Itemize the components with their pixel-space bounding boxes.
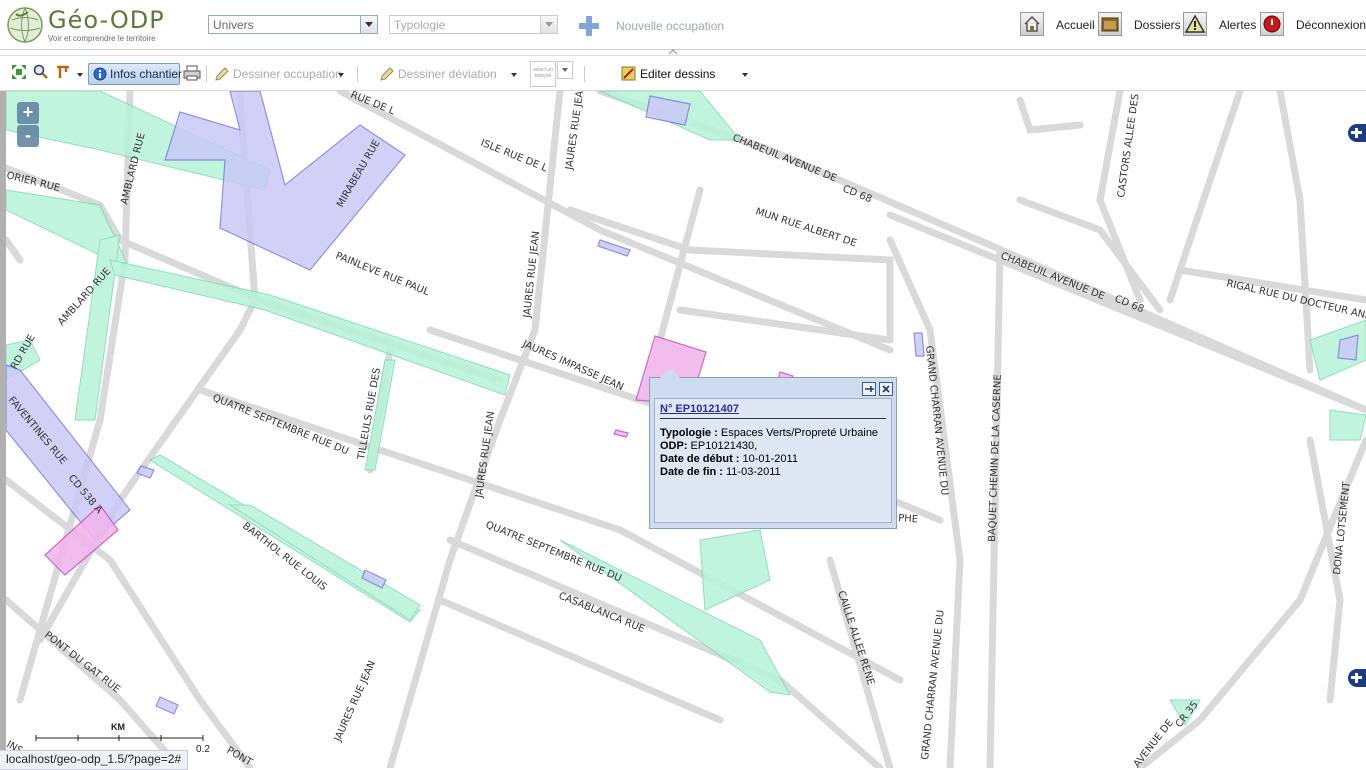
dessiner-occupation-button[interactable]: Dessiner occupation [214,64,346,84]
street-label: CASABLANCA RUE [557,591,646,636]
editer-dessins-label: Editer dessins [640,67,716,81]
street-label: RUE DE L [349,91,397,117]
chevron-down-icon[interactable] [360,16,377,33]
typologie-label: Typologie : [660,427,718,439]
street-label: RIGAL RUE DU DOCTEUR AND [1225,278,1366,322]
street-label: PONT DU GAT RUE [42,630,122,696]
toolbar-separator [357,66,358,82]
logo-tagline: Voir et comprendre le territoire [48,34,156,43]
toolbar-separator [206,66,207,82]
street-label: MUN RUE ALBERT DE [754,206,858,249]
date-debut-label: Date de début : [660,453,740,465]
street-label: QUATRE SEPTEMBRE RUE DU [211,393,350,458]
pin-popup-icon[interactable] [862,382,876,396]
alert-icon [1183,12,1207,36]
nav-alertes-label: Alertes [1219,18,1257,32]
popup-title-link[interactable]: N° EP10121407 [660,403,886,419]
date-fin-label: Date de fin : [660,466,723,478]
street-label: PAINLEVE RUE PAUL [334,251,431,299]
dessiner-occupation-label: Dessiner occupation [233,67,342,81]
edit-drawings-icon [621,66,636,81]
select-troncon-box[interactable]: select un tronçon [530,61,556,87]
folder-icon [1098,12,1122,36]
plus-icon [579,16,599,36]
editer-dessins-caret[interactable] [742,73,748,77]
street-label: CAILLE ALLEE RENE [835,590,876,687]
new-occupation-label: Nouvelle occupation [616,19,725,33]
street-label: QUATRE SEPTEMBRE RUE DU [484,520,623,585]
scale-unit: KM [111,722,125,732]
status-bar-url: localhost/geo-odp_1.5/?page=2# [0,750,189,770]
street-label: JAURES RUE JEAN [332,659,378,744]
popup-typologie-row: Typologie : Espaces Verts/Propreté Urbai… [660,427,886,440]
infos-chantier-button[interactable]: Infos chantier [88,63,183,85]
date-fin-value: 11-03-2011 [722,466,781,478]
zoom-extent-icon[interactable] [11,64,27,80]
univers-select-value: Univers [213,18,254,32]
popup-odp-row: ODP: EP10121430, [660,440,886,453]
typologie-value: Espaces Verts/Propreté Urbaine [717,427,879,439]
nav-accueil-label: Accueil [1056,18,1095,32]
popup-pointer [660,368,680,378]
dessiner-deviation-label: Dessiner déviation [398,67,497,81]
scale-max: 0.2 [196,744,210,755]
scale-bar: KM 0.2 [33,722,213,755]
dessiner-occupation-caret[interactable] [338,73,344,77]
close-icon[interactable] [879,382,893,396]
street-label: CHABEUIL AVENUE DE [731,133,838,185]
pencil-icon [380,67,394,81]
street-label: PHE [898,513,919,525]
street-label: BAQUET CHEMIN DE LA CASERNE [987,374,1004,542]
zoom-magnifier-icon[interactable] [33,64,49,80]
nav-dossiers-label: Dossiers [1134,18,1181,32]
popup-content: N° EP10121407 Typologie : Espaces Verts/… [654,398,892,523]
globe-icon [7,7,43,43]
typologie-select-value: Typologie [394,18,446,32]
typologie-select[interactable]: Typologie [389,15,558,34]
editer-dessins-button[interactable]: Editer dessins [621,64,751,84]
overview-map-icon[interactable] [1348,669,1366,687]
home-icon [1020,12,1044,36]
odp-value: EP10121430, [687,440,758,452]
print-icon[interactable] [183,65,201,81]
street-label: CHABEUIL AVENUE DE [999,251,1106,303]
app-header: Géo-ODP Voir et comprendre le territoire… [0,0,1366,50]
street-label: ORIER RUE [6,170,61,194]
zoom-in-button[interactable]: + [17,102,39,124]
layer-switcher-icon[interactable] [1348,124,1366,142]
nav-deconnexion-label: Déconnexion [1296,18,1366,32]
app-logo[interactable]: Géo-ODP Voir et comprendre le territoire [6,4,166,46]
pencil-icon [215,67,229,81]
map-toolbar: Infos chantier Dessiner occupation Dessi… [0,55,1366,91]
dessiner-deviation-caret[interactable] [511,73,517,77]
measure-dropdown-caret[interactable] [77,73,83,77]
street-label: GRAND CHARRAN AVENUE DU [920,609,947,760]
univers-select[interactable]: Univers [208,15,378,34]
power-icon [1260,12,1284,36]
street-label: GRAND CHARRAN AVENUE DU [923,345,950,496]
infos-chantier-label: Infos chantier [110,67,183,81]
street-label: DONA LOTSEMENT [1332,480,1353,575]
toolbar-separator [584,66,585,82]
chevron-down-icon[interactable] [540,16,557,33]
info-icon [93,67,107,81]
chantier-info-popup: N° EP10121407 Typologie : Espaces Verts/… [649,368,897,529]
street-label: JAURES RUE JEAN [564,91,587,171]
popup-debut-row: Date de début : 10-01-2011 [660,453,886,466]
date-debut-value: 10-01-2011 [739,453,798,465]
measure-icon[interactable] [55,64,71,80]
dessiner-deviation-button[interactable]: Dessiner déviation [379,64,519,84]
popup-fin-row: Date de fin : 11-03-2011 [660,466,886,479]
logo-name: Géo-ODP [48,6,165,34]
zoom-out-button[interactable]: - [17,125,39,147]
select-troncon-dropdown[interactable] [557,61,573,79]
odp-label: ODP: [660,440,688,452]
chevron-down-icon [562,68,568,72]
